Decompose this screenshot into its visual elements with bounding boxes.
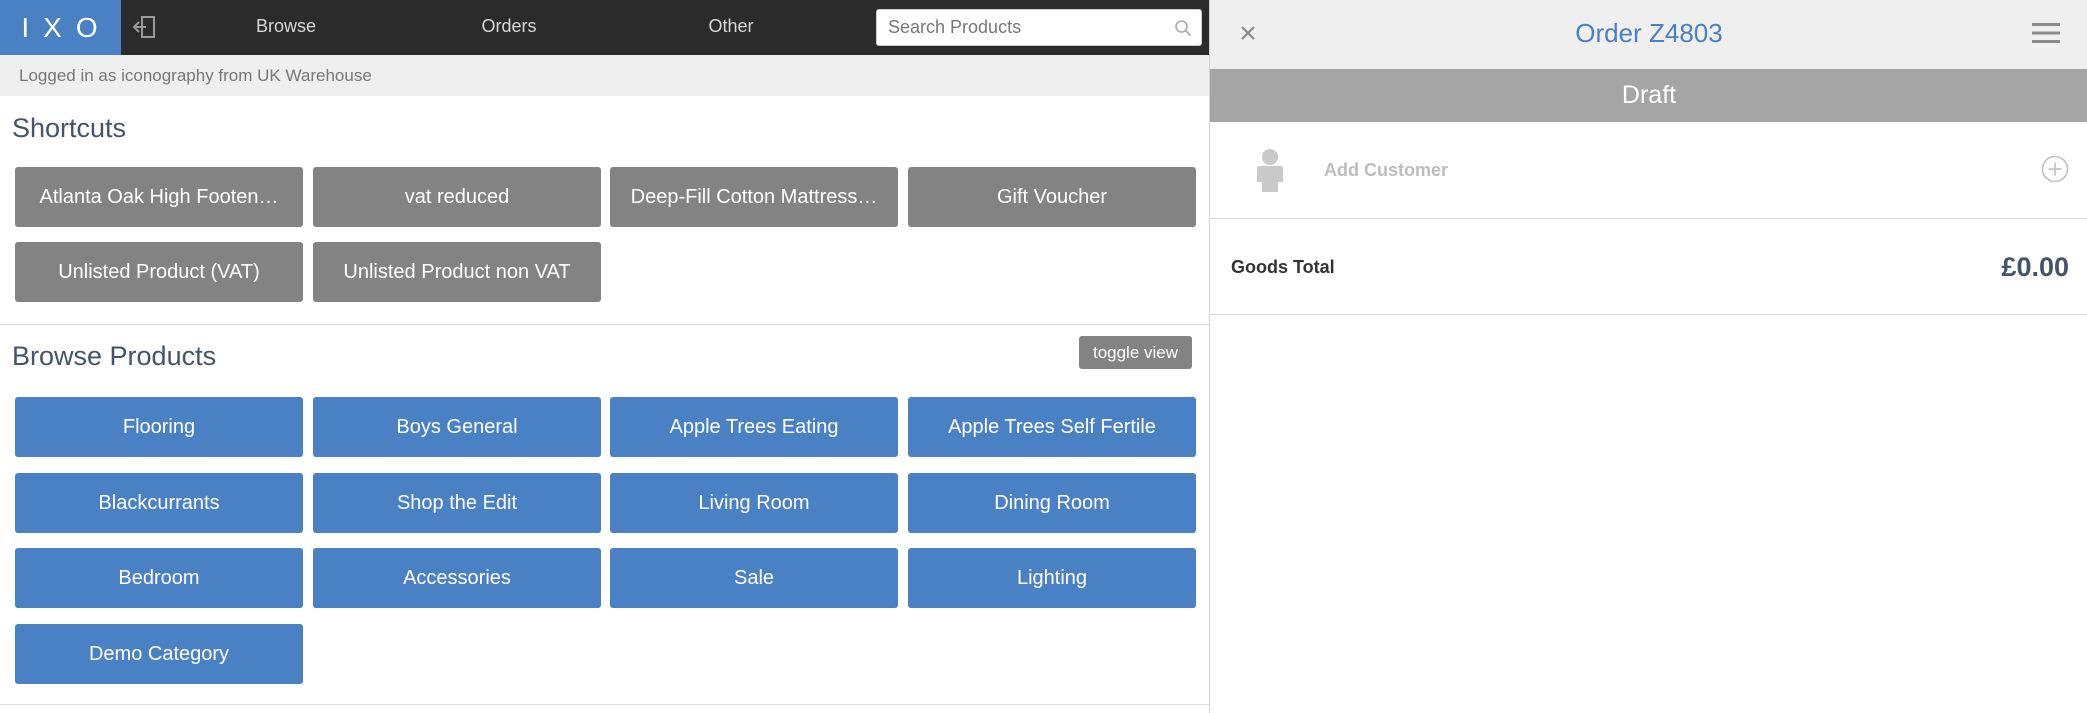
nav-browse[interactable]: Browse [226,0,346,55]
category-tile[interactable]: Dining Room [908,473,1196,533]
order-pane: Order Z4803 Draft Add Customer Goods Tot… [1209,0,2087,713]
goods-total-label: Goods Total [1231,257,1335,277]
category-tile[interactable]: Apple Trees Eating [610,397,898,457]
category-tile[interactable]: Bedroom [15,548,303,608]
shortcut-tile[interactable]: vat reduced [313,167,601,227]
category-tile[interactable]: Flooring [15,397,303,457]
category-tile[interactable]: Sale [610,548,898,608]
shortcuts-title: Shortcuts [12,113,127,143]
hamburger-menu-icon[interactable] [2032,21,2060,45]
shortcut-tile[interactable]: Gift Voucher [908,167,1196,227]
nav-orders[interactable]: Orders [449,0,569,55]
goods-total-row: Goods Total £0.00 [1210,219,2087,315]
add-customer-row[interactable]: Add Customer [1210,122,2087,219]
section-divider [0,704,1209,705]
search-input[interactable] [877,10,1157,45]
shortcut-tile[interactable]: Unlisted Product (VAT) [15,242,303,302]
search-box [876,9,1202,46]
category-tile[interactable]: Apple Trees Self Fertile [908,397,1196,457]
category-tile[interactable]: Demo Category [15,624,303,684]
category-tile[interactable]: Accessories [313,548,601,608]
search-icon[interactable] [1174,19,1192,37]
category-tile[interactable]: Blackcurrants [15,473,303,533]
logout-arrow-icon [132,16,155,38]
goods-total-value: £0.00 [2001,252,2069,282]
catalog-pane: IXO Browse Orders Other Logged in as ico… [0,0,1209,713]
order-title: Order Z4803 [1575,18,1723,48]
shortcut-tile[interactable]: Deep-Fill Cotton Mattress… [610,167,898,227]
section-divider [0,324,1209,325]
category-tile[interactable]: Lighting [908,548,1196,608]
order-status-badge: Draft [1210,69,2087,122]
category-tile[interactable]: Shop the Edit [313,473,601,533]
toggle-view-button[interactable]: toggle view [1079,336,1192,369]
person-avatar-icon [1257,149,1283,192]
category-tile[interactable]: Living Room [610,473,898,533]
login-status: Logged in as iconography from UK Warehou… [0,55,1209,96]
app-logo[interactable]: IXO [0,0,121,55]
pos-app: IXO Browse Orders Other Logged in as ico… [0,0,2087,713]
shortcut-tile[interactable]: Unlisted Product non VAT [313,242,601,302]
close-icon[interactable] [1237,22,1259,44]
top-navigation-bar: IXO Browse Orders Other [0,0,1209,55]
plus-circle-icon[interactable] [2040,154,2070,184]
add-customer-label: Add Customer [1324,160,1449,180]
nav-other[interactable]: Other [671,0,791,55]
shortcut-tile[interactable]: Atlanta Oak High Footen… [15,167,303,227]
browse-products-title: Browse Products [12,341,217,371]
category-tile[interactable]: Boys General [313,397,601,457]
order-header: Order Z4803 [1210,0,2087,69]
logout-button[interactable] [130,12,160,42]
